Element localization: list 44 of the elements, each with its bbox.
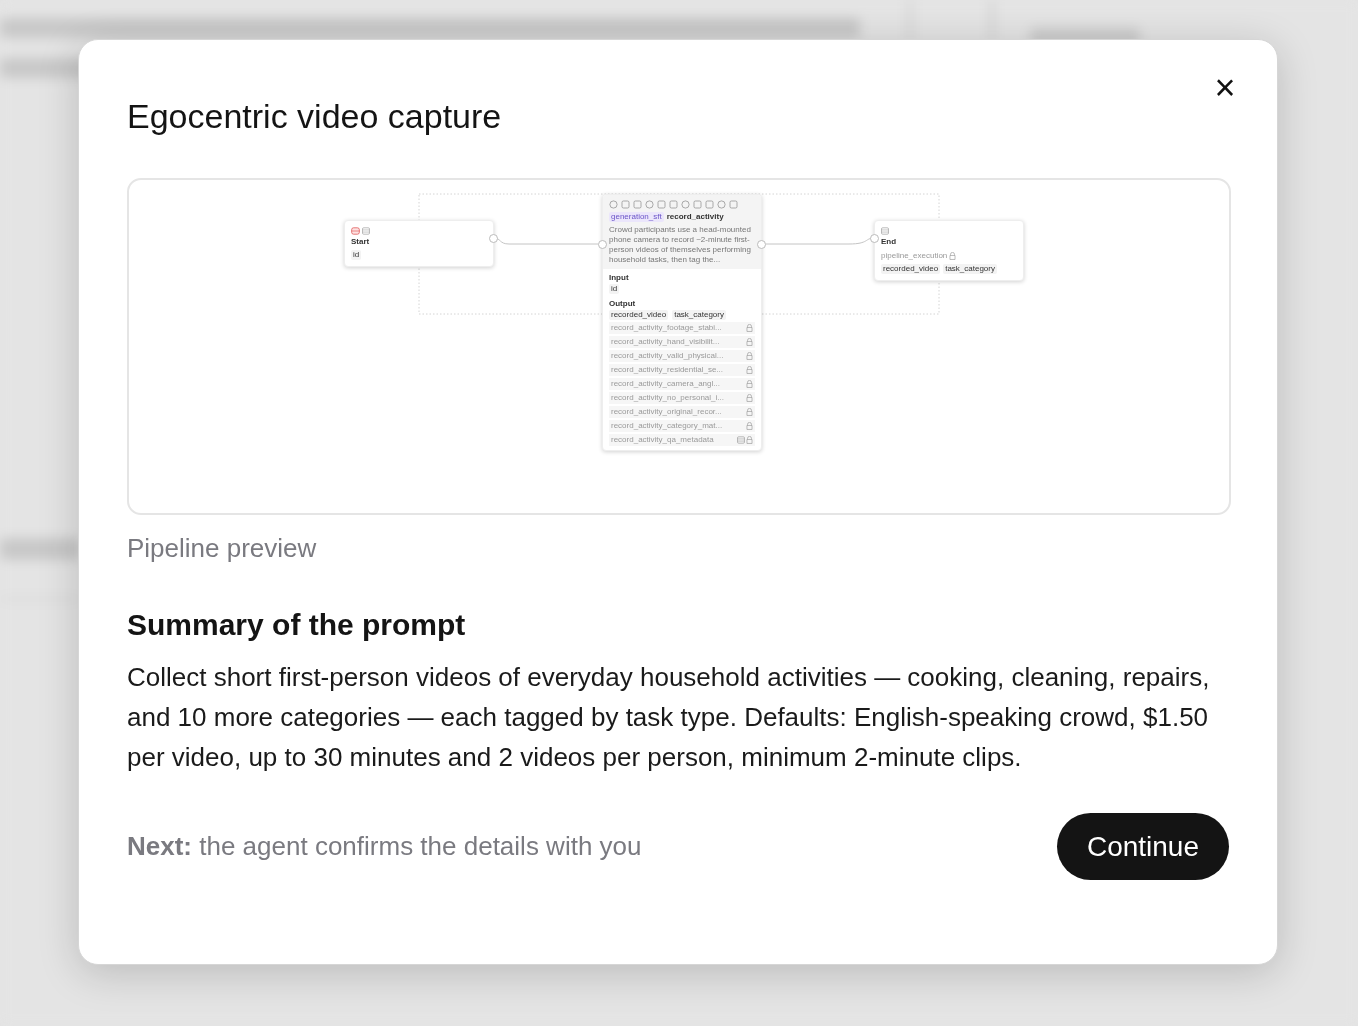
field-chip: task_category — [943, 264, 997, 274]
section-label: Output — [609, 299, 637, 309]
preview-caption: Pipeline preview — [127, 532, 318, 565]
summary-text: Collect short first-person videos of everyday household activities — cooking, cleaning, repairs, and 10 more categories — each tagged by task type. Defaults: English-speaking crowd, $1.50 per video, up to 30 minutes and 2 videos per person, minimum 2-minute clips. — [127, 661, 1211, 774]
lock-icon — [746, 380, 753, 388]
lock-icon — [746, 366, 753, 374]
lock-icon — [746, 408, 753, 416]
locked-field: record_activity_no_personal_i... — [609, 392, 755, 404]
node-title: record_activity — [666, 212, 724, 222]
next-step-note: Next: the agent confirms the details with you — [127, 830, 642, 863]
dialog-title: Egocentric video capture — [127, 96, 503, 136]
locked-field: pipeline_execution — [881, 251, 1017, 261]
close-button[interactable]: × — [1207, 70, 1243, 106]
locked-field: record_activity_hand_visibilit... — [609, 336, 755, 348]
type-tag: generation_sft — [609, 212, 664, 222]
lock-icon — [949, 252, 957, 260]
section-label: Input — [609, 273, 630, 283]
database-icon — [351, 227, 360, 235]
field-chip: recorded_video — [609, 310, 669, 320]
field-chip: task_category — [672, 310, 726, 320]
node-title: End — [881, 237, 898, 247]
table-icon — [881, 227, 889, 235]
table-icon — [737, 436, 745, 444]
locked-field: record_activity_camera_angl... — [609, 378, 755, 390]
locked-field: record_activity_residential_se... — [609, 364, 755, 376]
summary-heading: Summary of the prompt — [127, 607, 467, 643]
lock-icon — [746, 324, 753, 332]
table-icon — [362, 227, 370, 235]
lock-icon — [746, 338, 753, 346]
locked-field: record_activity_category_mat... — [609, 420, 755, 432]
node-title: Start — [351, 237, 371, 247]
continue-button[interactable]: Continue — [1056, 813, 1229, 880]
locked-field: record_activity_valid_physical... — [609, 350, 755, 362]
lock-icon — [746, 436, 753, 444]
locked-field: record_activity_footage_stabi... — [609, 322, 755, 334]
lock-icon — [746, 394, 753, 402]
lock-icon — [746, 422, 753, 430]
locked-field: record_activity_original_recor... — [609, 406, 755, 418]
locked-field: record_activity_qa_metadata — [609, 434, 755, 446]
node-description: Crowd participants use a head-mounted phone camera to record ~2-minute first-person videos of themselves performing household tasks, then tag the... — [609, 225, 752, 265]
lock-icon — [746, 352, 753, 360]
field-chip: id — [351, 250, 362, 260]
field-chip: id — [609, 284, 620, 294]
field-chip: recorded_video — [881, 264, 941, 274]
